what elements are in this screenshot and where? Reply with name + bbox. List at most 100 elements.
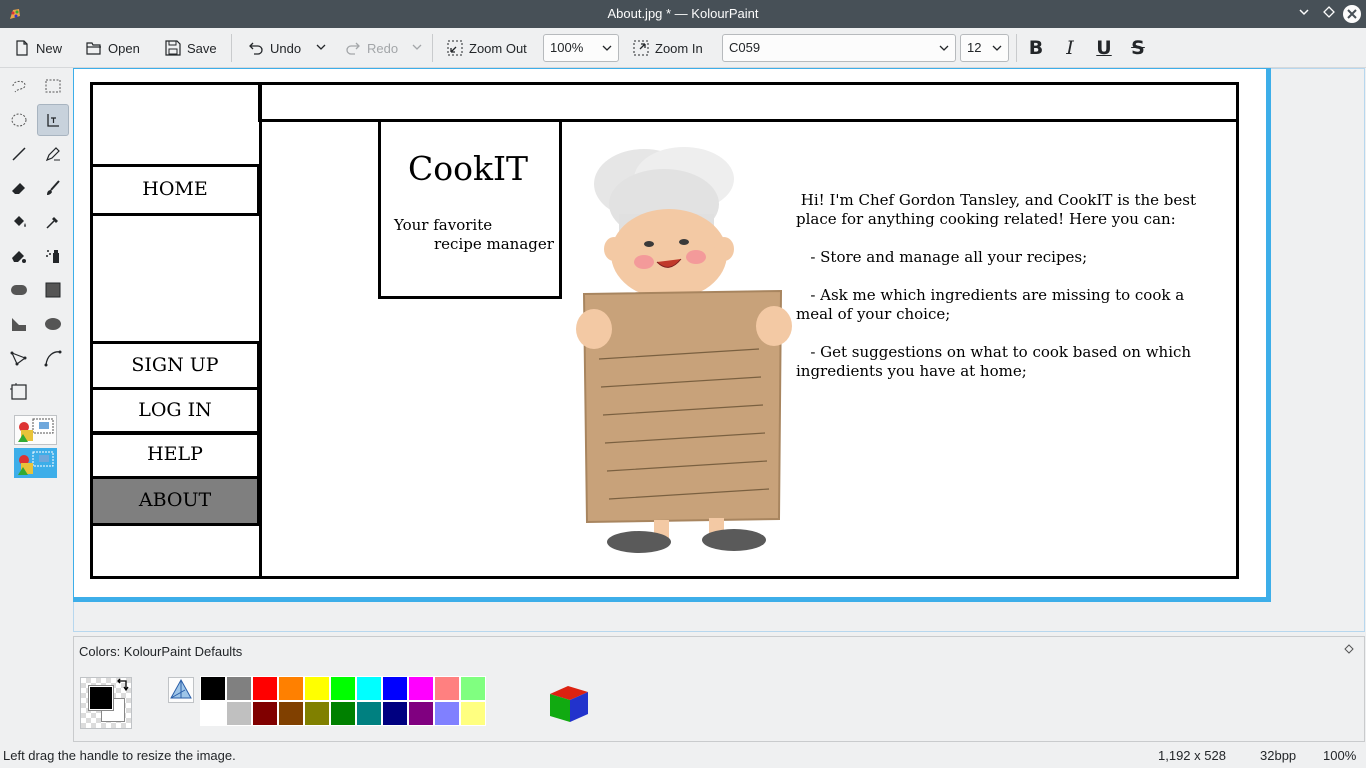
rounded-rectangle-icon: [11, 285, 27, 295]
color-swatch[interactable]: [304, 676, 330, 701]
redo-history-chevron-icon[interactable]: [412, 42, 422, 52]
rounded-rectangle-tool[interactable]: [4, 275, 34, 305]
color-swatch[interactable]: [252, 676, 278, 701]
foreground-color[interactable]: [88, 685, 114, 711]
color-similarity-icon: [170, 678, 192, 699]
image-canvas[interactable]: HOME SIGN UP LOG IN HELP ABOUT CookIT Yo…: [74, 69, 1266, 597]
zoom-in-button[interactable]: Zoom In: [633, 36, 703, 60]
mockup-intro-line-1: Hi! I'm Chef Gordon Tansley, and CookIT …: [796, 191, 1197, 209]
close-button[interactable]: [1343, 5, 1361, 23]
toolbar-separator: [231, 34, 232, 62]
maximize-button[interactable]: [1320, 5, 1338, 23]
color-eraser-tool[interactable]: [4, 241, 34, 271]
new-button[interactable]: New: [14, 36, 62, 60]
color-picker-icon: [46, 217, 58, 229]
chevron-down-icon: [1299, 9, 1309, 16]
swap-colors-icon[interactable]: [115, 678, 131, 694]
font-family-select[interactable]: C059: [722, 34, 956, 62]
new-document-icon: [16, 40, 28, 56]
color-swatch[interactable]: [226, 701, 252, 726]
undo-button[interactable]: Undo: [248, 36, 301, 60]
transparent-selection-option[interactable]: [14, 448, 57, 478]
color-swatch[interactable]: [330, 701, 356, 726]
ellipse-icon: [45, 318, 61, 330]
redo-label: Redo: [367, 40, 399, 56]
color-swatch[interactable]: [252, 701, 278, 726]
color-swatch[interactable]: [408, 701, 434, 726]
zoom-out-button[interactable]: Zoom Out: [447, 36, 527, 60]
color-swatch[interactable]: [460, 676, 486, 701]
rectangular-selection-icon: [45, 79, 61, 93]
polygon-tool[interactable]: [4, 309, 34, 339]
eraser-tool[interactable]: [4, 173, 34, 203]
italic-button[interactable]: I: [1058, 36, 1082, 60]
color-swatch[interactable]: [434, 701, 460, 726]
bold-button[interactable]: B: [1024, 36, 1048, 60]
strikethrough-button[interactable]: S: [1126, 36, 1150, 60]
curve-icon: [44, 350, 62, 367]
color-swatch[interactable]: [200, 676, 226, 701]
diamond-icon: [1323, 6, 1335, 18]
color-swatch[interactable]: [460, 701, 486, 726]
connected-lines-tool[interactable]: [4, 343, 34, 373]
window-title: About.jpg * — KolourPaint: [607, 6, 759, 21]
zoom-icon: [10, 383, 27, 400]
toolbar-separator: [1016, 34, 1017, 62]
free-form-selection-tool[interactable]: [4, 71, 34, 101]
zoom-tool[interactable]: [4, 377, 34, 407]
flood-fill-tool[interactable]: [4, 207, 34, 237]
text-tool-icon: [47, 114, 59, 127]
color-swatch[interactable]: [200, 701, 226, 726]
color-swatch[interactable]: [434, 676, 460, 701]
color-swatch[interactable]: [278, 676, 304, 701]
line-tool-icon: [12, 147, 26, 161]
color-swatch[interactable]: [382, 676, 408, 701]
zoom-level-select[interactable]: 100%: [543, 34, 619, 62]
open-button[interactable]: Open: [86, 36, 140, 60]
rectangle-tool[interactable]: [38, 275, 68, 305]
foreground-background-selector[interactable]: [80, 677, 132, 729]
underline-button[interactable]: U: [1092, 36, 1116, 60]
palette-title: Colors: KolourPaint Defaults: [79, 644, 243, 659]
chevron-down-icon: [939, 45, 949, 51]
curve-tool[interactable]: [38, 343, 68, 373]
ellipse-tool[interactable]: [38, 309, 68, 339]
minimize-button[interactable]: [1295, 5, 1313, 23]
redo-button[interactable]: Redo: [345, 36, 398, 60]
flood-fill-icon: [14, 216, 26, 227]
undo-history-chevron-icon[interactable]: [316, 42, 326, 52]
color-swatch[interactable]: [226, 676, 252, 701]
color-swatch[interactable]: [278, 701, 304, 726]
save-button[interactable]: Save: [165, 36, 217, 60]
color-swatch[interactable]: [356, 676, 382, 701]
float-panel-icon[interactable]: [1344, 644, 1354, 654]
toolbar-separator: [432, 34, 433, 62]
folder-open-icon: [86, 42, 101, 55]
elliptical-selection-tool[interactable]: [4, 105, 34, 135]
color-picker-tool[interactable]: [38, 207, 68, 237]
color-swatch[interactable]: [330, 676, 356, 701]
brush-tool-icon: [47, 180, 60, 195]
redo-icon: [346, 42, 360, 55]
color-swatch[interactable]: [408, 676, 434, 701]
title-bar: About.jpg * — KolourPaint: [0, 0, 1366, 28]
rectangular-selection-tool[interactable]: [38, 71, 68, 101]
close-icon: [1347, 9, 1357, 19]
font-size-value: 12: [967, 40, 982, 55]
brush-tool[interactable]: [38, 173, 68, 203]
transparent-shapes-icon: [18, 451, 54, 475]
opaque-selection-option[interactable]: [14, 415, 57, 445]
text-tool[interactable]: [37, 104, 69, 136]
mockup-nav-signup: SIGN UP: [131, 354, 219, 376]
spraycan-tool[interactable]: [38, 241, 68, 271]
color-cube-icon[interactable]: [548, 682, 590, 724]
line-tool[interactable]: [4, 139, 34, 169]
color-similarity-button[interactable]: [168, 677, 194, 703]
font-size-select[interactable]: 12: [960, 34, 1009, 62]
chef-illustration: [576, 147, 792, 553]
new-label: New: [36, 40, 63, 56]
color-swatch[interactable]: [356, 701, 382, 726]
pen-tool[interactable]: [38, 139, 68, 169]
color-swatch[interactable]: [304, 701, 330, 726]
color-swatch[interactable]: [382, 701, 408, 726]
